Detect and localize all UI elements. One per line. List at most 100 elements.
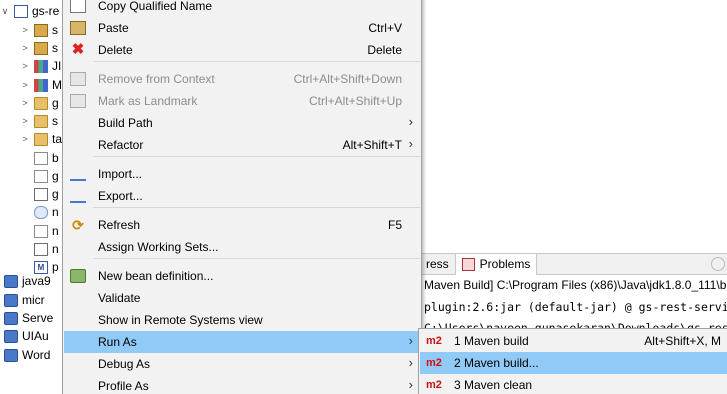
- tree-item-label: java9: [22, 274, 51, 288]
- maven-m2-icon: m2: [426, 335, 442, 347]
- tree-item-label: n: [52, 224, 59, 238]
- menu-item-label: Paste: [98, 21, 129, 35]
- menu-item-label: Export...: [98, 189, 143, 203]
- chevron-right-icon: ›: [408, 136, 413, 151]
- menu-item-shortcut: F5: [387, 218, 402, 232]
- console-settings-icon[interactable]: [711, 257, 725, 271]
- tree-item-label: Serve: [22, 311, 54, 325]
- menu-item-label: Delete: [98, 43, 133, 57]
- project-icon: [14, 4, 28, 18]
- tab-progress-label: ress: [426, 257, 449, 271]
- file-icon: [34, 151, 48, 165]
- menu-item-label: Validate: [98, 291, 141, 305]
- menu-item-copy-qualified-name[interactable]: Copy Qualified Name: [64, 0, 420, 17]
- menu-item-label: Assign Working Sets...: [98, 240, 219, 254]
- menu-item-refactor[interactable]: Refactor Alt+Shift+T ›: [64, 134, 420, 156]
- tree-item-label: p: [52, 260, 59, 274]
- tree-item-label: n: [52, 242, 59, 256]
- menu-item-mark-as-landmark: Mark as Landmark Ctrl+Alt+Shift+Up: [64, 90, 420, 112]
- chevron-right-icon: ›: [408, 333, 413, 348]
- source-folder-icon: [34, 41, 48, 55]
- maven-m2-icon: m2: [426, 379, 442, 391]
- copy-icon: [70, 0, 86, 13]
- expand-arrow-icon[interactable]: >: [20, 80, 30, 90]
- file-icon: [34, 224, 48, 238]
- project-folder-icon: [4, 274, 18, 288]
- expand-arrow-icon[interactable]: >: [20, 134, 30, 144]
- tree-item-label: gs-re: [32, 4, 60, 18]
- menu-item-paste[interactable]: Paste Ctrl+V: [64, 17, 420, 39]
- submenu-item-label: 2 Maven build...: [454, 356, 539, 370]
- project-folder-icon: [4, 348, 18, 362]
- submenu-item-maven-2[interactable]: m2 2 Maven build...: [420, 352, 727, 374]
- menu-item-label: Refresh: [98, 218, 141, 232]
- paste-icon: [70, 21, 86, 35]
- console-tab-bar: ress Problems: [420, 253, 727, 275]
- menu-item-validate[interactable]: Validate: [64, 287, 420, 309]
- maven-m2-icon: m2: [426, 357, 442, 369]
- menu-item-shortcut: Ctrl+V: [368, 21, 402, 35]
- source-folder-icon: [34, 23, 48, 37]
- menu-item-label: Debug As: [98, 357, 151, 371]
- menu-item-label: Run As: [98, 335, 137, 349]
- menu-item-import[interactable]: Import...: [64, 163, 420, 185]
- menu-item-build-path[interactable]: Build Path ›: [64, 112, 420, 134]
- project-folder-icon: [4, 311, 18, 325]
- menu-item-shortcut: Ctrl+Alt+Shift+Up: [308, 94, 402, 108]
- tree-item-label: g: [52, 169, 59, 183]
- chevron-right-icon: ›: [408, 114, 413, 129]
- menu-item-label: Import...: [98, 167, 143, 181]
- expand-arrow-icon[interactable]: >: [20, 98, 30, 108]
- submenu-item-maven-3[interactable]: m2 3 Maven clean: [420, 374, 727, 394]
- menu-item-label: Refactor: [98, 138, 144, 152]
- menu-item-label: Remove from Context: [98, 72, 215, 86]
- expand-arrow-icon[interactable]: >: [20, 61, 30, 71]
- tree-item[interactable]: >Word: [4, 344, 50, 366]
- cloud-icon: [34, 205, 48, 219]
- chevron-right-icon: ›: [408, 355, 413, 370]
- tree-item-label: UIAu: [22, 329, 49, 343]
- menu-separator: [93, 61, 420, 62]
- xml-file-icon: [34, 187, 48, 201]
- expand-arrow-icon[interactable]: >: [20, 25, 30, 35]
- tab-progress[interactable]: ress: [420, 253, 456, 275]
- menu-item-label: Show in Remote Systems view: [98, 313, 263, 327]
- folder-icon: [34, 114, 48, 128]
- menu-item-delete[interactable]: ✖ Delete Delete: [64, 39, 420, 61]
- import-icon: [70, 167, 86, 181]
- menu-item-run-as[interactable]: Run As ›: [64, 331, 420, 353]
- menu-item-refresh[interactable]: ⟳ Refresh F5: [64, 214, 420, 236]
- tree-item-label: JI: [52, 59, 62, 73]
- menu-item-profile-as[interactable]: Profile As ›: [64, 375, 420, 394]
- xml-file-icon: [34, 242, 48, 256]
- tab-problems[interactable]: Problems: [455, 253, 538, 275]
- library-icon: [34, 59, 48, 73]
- tree-item-label: b: [52, 151, 59, 165]
- menu-item-debug-as[interactable]: Debug As ›: [64, 353, 420, 375]
- tab-problems-label: Problems: [479, 257, 531, 271]
- tree-item-label: ta: [52, 132, 63, 146]
- tree-item-label: s: [52, 114, 58, 128]
- refresh-icon: ⟳: [72, 217, 84, 233]
- expand-arrow-icon[interactable]: ∨: [0, 6, 10, 17]
- expand-arrow-icon[interactable]: >: [20, 43, 30, 53]
- menu-item-export[interactable]: Export...: [64, 185, 420, 207]
- console-line: plugin:2.6:jar (default-jar) @ gs-rest-s…: [424, 300, 727, 314]
- menu-item-shortcut: Alt+Shift+T: [342, 138, 402, 152]
- submenu-item-maven-1[interactable]: m2 1 Maven build Alt+Shift+X, M: [420, 330, 727, 352]
- problems-icon: [461, 257, 475, 271]
- expand-arrow-icon[interactable]: >: [20, 116, 30, 126]
- menu-item-label: Copy Qualified Name: [98, 0, 213, 13]
- menu-separator: [93, 207, 420, 208]
- menu-item-show-in-remote-systems-view[interactable]: Show in Remote Systems view: [64, 309, 420, 331]
- tree-item-label: s: [52, 41, 58, 55]
- menu-item-assign-working-sets[interactable]: Assign Working Sets...: [64, 236, 420, 258]
- menu-item-label: Mark as Landmark: [98, 94, 198, 108]
- file-icon: [34, 169, 48, 183]
- tree-item-label: Word: [22, 348, 51, 362]
- library-icon: [34, 78, 48, 92]
- submenu-item-shortcut: Alt+Shift+X, M: [644, 334, 721, 348]
- landmark-icon: [70, 94, 86, 108]
- menu-item-new-bean-definition[interactable]: New bean definition...: [64, 265, 420, 287]
- folder-icon: [34, 96, 48, 110]
